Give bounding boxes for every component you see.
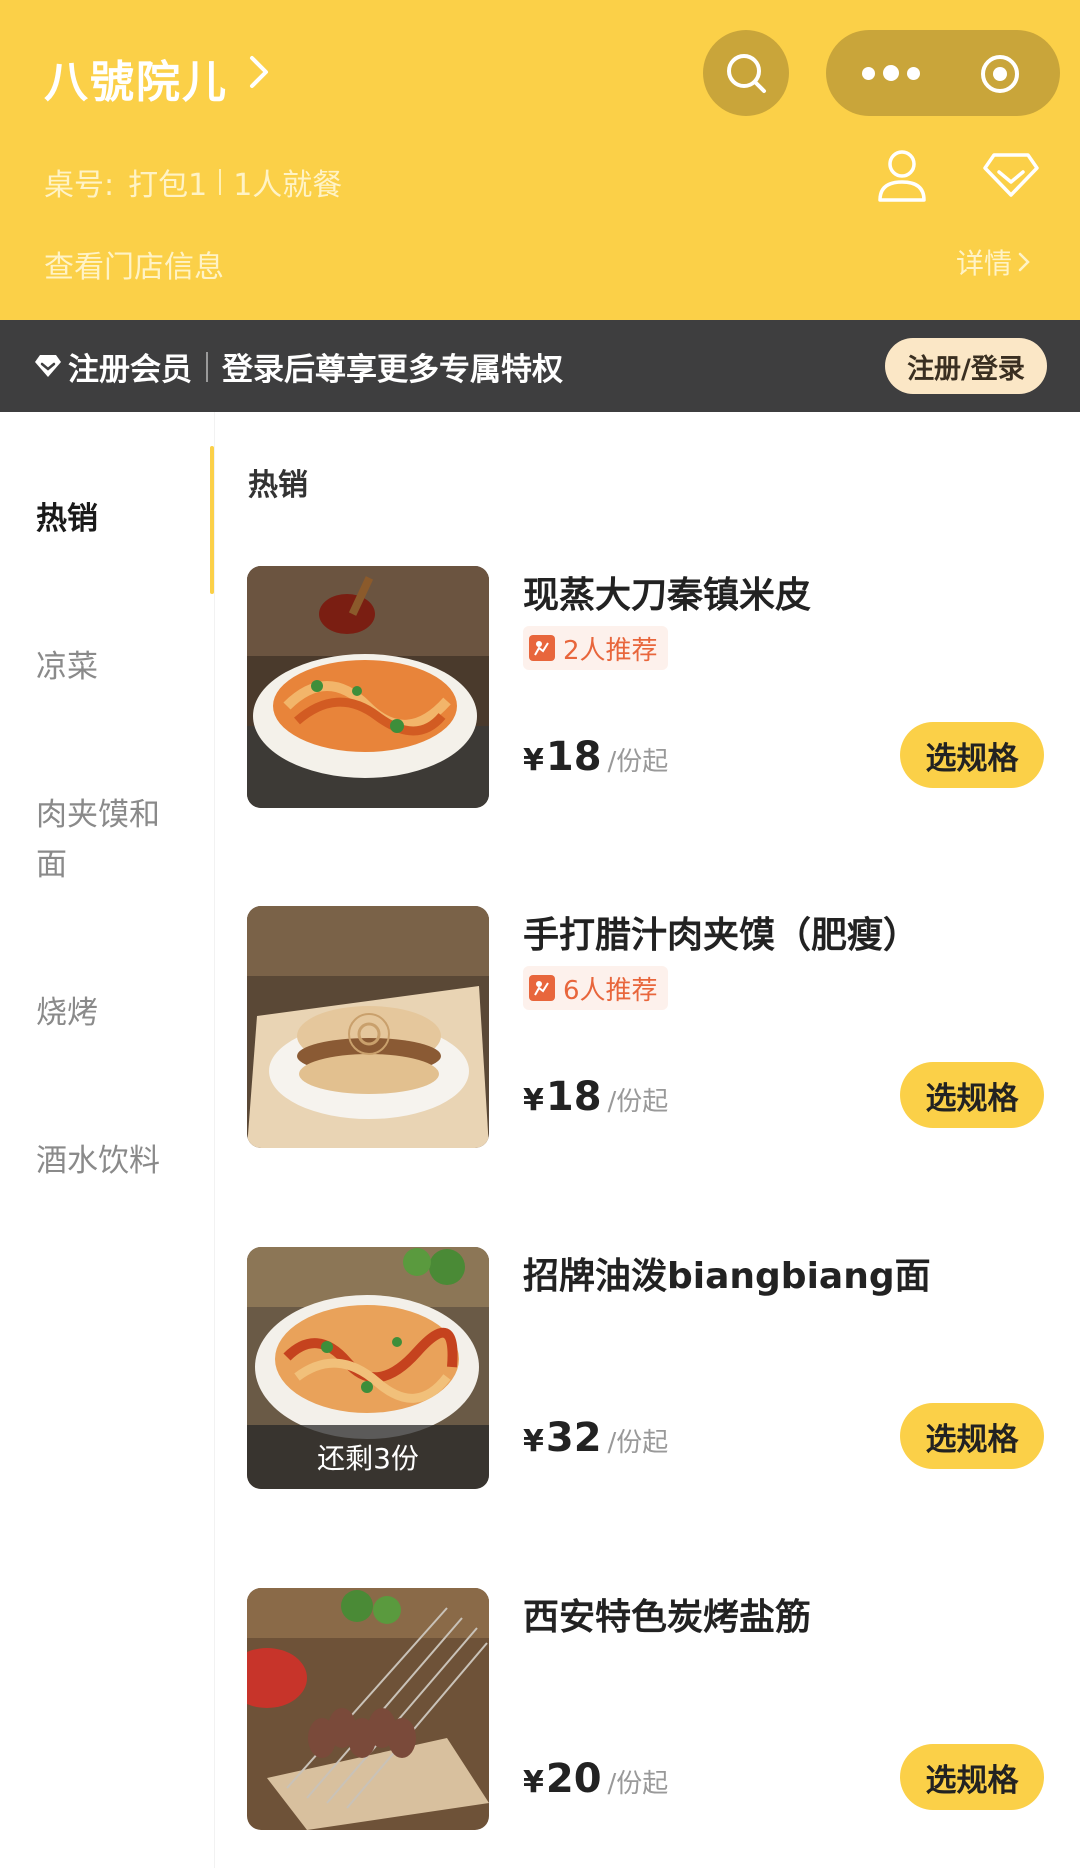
product-price: ¥ 20 /份起 — [523, 1756, 668, 1802]
member-subtitle: 登录后尊享更多专属特权 — [222, 352, 563, 388]
recommend-text: 6人推荐 — [563, 975, 658, 1006]
category-bbq[interactable]: 烧烤 — [36, 988, 186, 1038]
recommend-icon — [529, 635, 555, 661]
chevron-right-icon — [1018, 252, 1030, 272]
product-image[interactable] — [247, 1588, 489, 1830]
product-image[interactable]: 还剩3份 — [247, 1247, 489, 1489]
product-price: ¥ 18 /份起 — [523, 734, 668, 780]
divider — [206, 351, 208, 382]
more-menu-button[interactable] — [856, 50, 926, 96]
store-name[interactable]: 八號院儿 — [44, 46, 228, 110]
price-currency: ¥ — [523, 1765, 544, 1800]
diners-count: 1人就餐 — [233, 168, 343, 203]
recommend-text: 2人推荐 — [563, 635, 658, 666]
active-category-indicator — [210, 446, 214, 594]
close-miniprogram-icon[interactable] — [978, 52, 1022, 96]
product-price: ¥ 32 /份起 — [523, 1415, 668, 1461]
detail-link[interactable]: 详情 — [956, 242, 1032, 282]
member-banner[interactable]: 注册会员 登录后尊享更多专属特权 注册/登录 — [0, 320, 1080, 412]
table-value: 打包1 — [128, 168, 208, 203]
price-value: 32 — [545, 1415, 602, 1461]
price-currency: ¥ — [523, 743, 544, 778]
price-unit: /份起 — [607, 1428, 669, 1458]
product-image[interactable] — [247, 906, 489, 1148]
product-name: 手打腊汁肉夹馍（肥瘦） — [523, 915, 920, 956]
product-card[interactable]: 手打腊汁肉夹馍（肥瘦） 6人推荐 ¥ 18 /份起 选规格 — [247, 906, 1060, 1148]
select-spec-button[interactable]: 选规格 — [900, 1403, 1044, 1469]
table-label: 桌号: — [44, 168, 115, 203]
member-text: 注册会员 登录后尊享更多专属特权 — [68, 344, 563, 389]
recommend-badge: 2人推荐 — [523, 626, 668, 670]
price-value: 18 — [545, 734, 602, 780]
price-value: 20 — [545, 1756, 602, 1802]
select-spec-button[interactable]: 选规格 — [900, 1744, 1044, 1810]
category-hot[interactable]: 热销 — [36, 494, 186, 544]
sidebar-divider — [214, 412, 215, 1868]
product-card[interactable]: 现蒸大刀秦镇米皮 2人推荐 ¥ 18 /份起 选规格 — [247, 566, 1060, 808]
price-unit: /份起 — [607, 1087, 669, 1117]
product-name: 招牌油泼biangbiang面 — [523, 1256, 931, 1297]
table-info: 桌号: 打包1 1人就餐 — [44, 160, 342, 204]
category-roujiamo-noodles[interactable]: 肉夹馍和面 — [36, 790, 186, 890]
section-title: 热销 — [248, 468, 308, 503]
product-card[interactable]: 西安特色炭烤盐筋 ¥ 20 /份起 选规格 — [247, 1588, 1060, 1830]
price-unit: /份起 — [607, 747, 669, 777]
product-name: 西安特色炭烤盐筋 — [523, 1597, 812, 1638]
select-spec-button[interactable]: 选规格 — [900, 1062, 1044, 1128]
user-icon[interactable] — [876, 148, 928, 204]
product-image[interactable] — [247, 566, 489, 808]
select-spec-button[interactable]: 选规格 — [900, 722, 1044, 788]
price-value: 18 — [545, 1074, 602, 1120]
search-button[interactable] — [703, 30, 789, 116]
price-unit: /份起 — [607, 1769, 669, 1799]
search-icon — [727, 54, 766, 93]
detail-link-label: 详情 — [955, 247, 1012, 280]
category-drinks[interactable]: 酒水饮料 — [36, 1136, 186, 1186]
store-info-link[interactable]: 查看门店信息 — [44, 242, 224, 286]
member-title: 注册会员 — [68, 352, 192, 388]
chevron-right-icon[interactable] — [240, 52, 280, 92]
miniprogram-capsule — [826, 30, 1060, 116]
more-icon — [862, 66, 875, 80]
store-header: 八號院儿 桌号: 打包1 1人就餐 查看门店信息 详情 — [0, 0, 1080, 320]
diamond-icon[interactable] — [982, 152, 1040, 198]
price-currency: ¥ — [523, 1083, 544, 1118]
product-card[interactable]: 还剩3份 招牌油泼biangbiang面 ¥ 32 /份起 选规格 — [247, 1247, 1060, 1489]
product-price: ¥ 18 /份起 — [523, 1074, 668, 1120]
recommend-badge: 6人推荐 — [523, 966, 668, 1010]
price-currency: ¥ — [523, 1424, 544, 1459]
recommend-icon — [529, 975, 555, 1001]
product-name: 现蒸大刀秦镇米皮 — [523, 575, 812, 616]
category-cold-dishes[interactable]: 凉菜 — [36, 642, 186, 692]
gem-icon — [35, 355, 61, 377]
register-login-button[interactable]: 注册/登录 — [885, 338, 1047, 394]
divider — [219, 169, 222, 195]
stock-remaining-label: 还剩3份 — [247, 1425, 489, 1489]
